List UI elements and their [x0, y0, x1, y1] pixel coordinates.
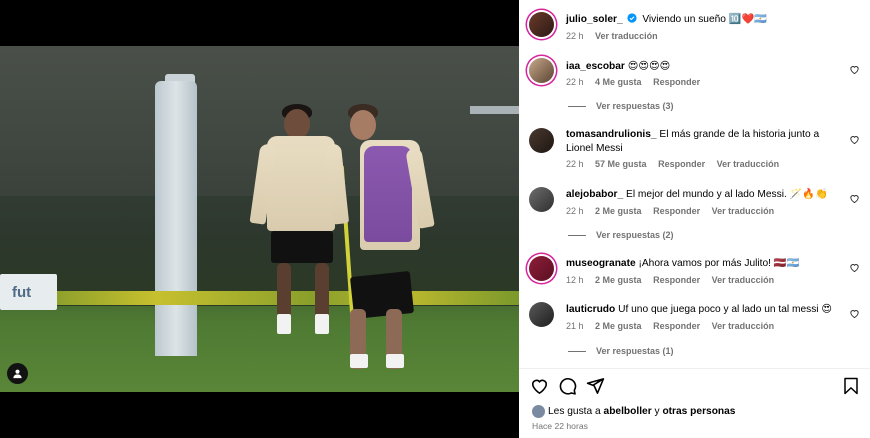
- heart-icon[interactable]: [849, 262, 860, 273]
- comment-time[interactable]: 21 h: [566, 321, 584, 331]
- comment-reply-button[interactable]: Responder: [653, 77, 700, 87]
- caption-meta: 22 h Ver traducción: [566, 31, 667, 41]
- comment-text-line: lauticrudo Uf uno que juega poco y al la…: [566, 303, 846, 317]
- comment-meta: 12 h 2 Me gusta Responder Ver traducción: [566, 275, 783, 285]
- heart-icon[interactable]: [849, 308, 860, 319]
- replies-line: [568, 351, 586, 353]
- photo-lamp: [470, 106, 519, 114]
- comment-username[interactable]: museogranate: [566, 258, 636, 269]
- comment-reply-button[interactable]: Responder: [653, 275, 700, 285]
- caption-avatar[interactable]: [529, 12, 554, 37]
- heart-icon[interactable]: [849, 193, 860, 204]
- comment-translate-link[interactable]: Ver traducción: [717, 159, 780, 169]
- comment-reply-button[interactable]: Responder: [653, 321, 700, 331]
- view-replies-label: Ver respuestas (1): [596, 346, 674, 356]
- caption-username[interactable]: julio_soler_: [566, 14, 623, 25]
- comment-meta: 21 h 2 Me gusta Responder Ver traducción: [566, 321, 783, 331]
- replies-line: [568, 106, 586, 108]
- view-replies-button[interactable]: Ver respuestas (1): [568, 346, 674, 356]
- comment-avatar[interactable]: [529, 187, 554, 212]
- comment-meta: 22 h 2 Me gusta Responder Ver traducción: [566, 206, 783, 216]
- user-tag-icon[interactable]: [7, 363, 28, 384]
- view-replies-label: Ver respuestas (2): [596, 230, 674, 240]
- view-replies-label: Ver respuestas (3): [596, 101, 674, 111]
- liked-by-others[interactable]: otras personas: [662, 406, 735, 417]
- replies-line: [568, 235, 586, 237]
- caption-text-line: julio_soler_ Viviendo un sueño 🔟❤️🇦🇷: [566, 13, 846, 27]
- bookmark-icon[interactable]: [842, 376, 860, 396]
- comment-username[interactable]: tomasandrulionis_: [566, 129, 657, 140]
- comment-translate-link[interactable]: Ver traducción: [712, 275, 775, 285]
- likes-and: y: [654, 406, 660, 417]
- comment-time[interactable]: 22 h: [566, 159, 584, 169]
- photo-player-left: [249, 104, 350, 364]
- photo-sign: fut: [0, 274, 57, 310]
- comment-meta: 22 h 57 Me gusta Responder Ver traducció…: [566, 159, 788, 169]
- comment-text-line: tomasandrulionis_ El más grande de la hi…: [566, 128, 846, 156]
- comment-text-line: iaa_escobar 😍😍😍😍: [566, 60, 846, 74]
- heart-icon[interactable]: [849, 134, 860, 145]
- comment-text: El mejor del mundo y al lado Messi. 🪄🔥👏: [626, 189, 828, 200]
- view-replies-button[interactable]: Ver respuestas (2): [568, 230, 674, 240]
- heart-icon[interactable]: [849, 64, 860, 75]
- comment-avatar[interactable]: [529, 256, 554, 281]
- comment-bubble-icon[interactable]: [558, 376, 577, 396]
- verified-badge-icon: [627, 13, 638, 23]
- comment-avatar[interactable]: [529, 302, 554, 327]
- comment-text-line: museogranate ¡Ahora vamos por más Julito…: [566, 257, 846, 271]
- photo-sign-text: fut: [12, 284, 32, 301]
- comment-username[interactable]: iaa_escobar: [566, 61, 625, 72]
- post-photo[interactable]: fut: [0, 46, 519, 392]
- comment-translate-link[interactable]: Ver traducción: [712, 206, 775, 216]
- comment-likes[interactable]: 57 Me gusta: [595, 159, 647, 169]
- post-time-ago[interactable]: Hace 22 horas: [532, 421, 588, 431]
- comment-time[interactable]: 22 h: [566, 206, 584, 216]
- liker-avatar[interactable]: [532, 405, 545, 418]
- heart-icon[interactable]: [530, 376, 549, 396]
- comment-avatar[interactable]: [529, 58, 554, 83]
- comment-meta: 22 h 4 Me gusta Responder: [566, 77, 709, 87]
- comment-username[interactable]: lauticrudo: [566, 304, 615, 315]
- actions-divider: [519, 368, 870, 369]
- paper-plane-icon[interactable]: [586, 376, 605, 396]
- comment-reply-button[interactable]: Responder: [658, 159, 705, 169]
- photo-pillar: [155, 81, 197, 356]
- likes-prefix: Les gusta a: [548, 406, 601, 417]
- caption-text: Viviendo un sueño 🔟❤️🇦🇷: [642, 14, 767, 25]
- comment-translate-link[interactable]: Ver traducción: [712, 321, 775, 331]
- comments-panel: julio_soler_ Viviendo un sueño 🔟❤️🇦🇷 22 …: [519, 0, 870, 438]
- liked-by-username[interactable]: abelboller: [604, 406, 652, 417]
- comment-time[interactable]: 12 h: [566, 275, 584, 285]
- comment-text: 😍😍😍😍: [627, 61, 671, 72]
- comment-likes[interactable]: 2 Me gusta: [595, 321, 642, 331]
- photo-player-right: [340, 104, 440, 374]
- view-replies-button[interactable]: Ver respuestas (3): [568, 101, 674, 111]
- likes-summary: Les gusta a abelboller y otras personas: [532, 405, 735, 418]
- comment-likes[interactable]: 4 Me gusta: [595, 77, 642, 87]
- comment-reply-button[interactable]: Responder: [653, 206, 700, 216]
- comment-username[interactable]: alejobabor_: [566, 189, 623, 200]
- comment-avatar[interactable]: [529, 128, 554, 153]
- caption-translate-link[interactable]: Ver traducción: [595, 31, 658, 41]
- caption-time[interactable]: 22 h: [566, 31, 584, 41]
- comment-text: ¡Ahora vamos por más Julito! 🇱🇻🇦🇷: [638, 258, 800, 269]
- comment-likes[interactable]: 2 Me gusta: [595, 206, 642, 216]
- comment-text-line: alejobabor_ El mejor del mundo y al lado…: [566, 188, 846, 202]
- comment-text: Uf uno que juega poco y al lado un tal m…: [618, 304, 833, 315]
- comment-likes[interactable]: 2 Me gusta: [595, 275, 642, 285]
- post-media: fut: [0, 0, 519, 438]
- comment-time[interactable]: 22 h: [566, 77, 584, 87]
